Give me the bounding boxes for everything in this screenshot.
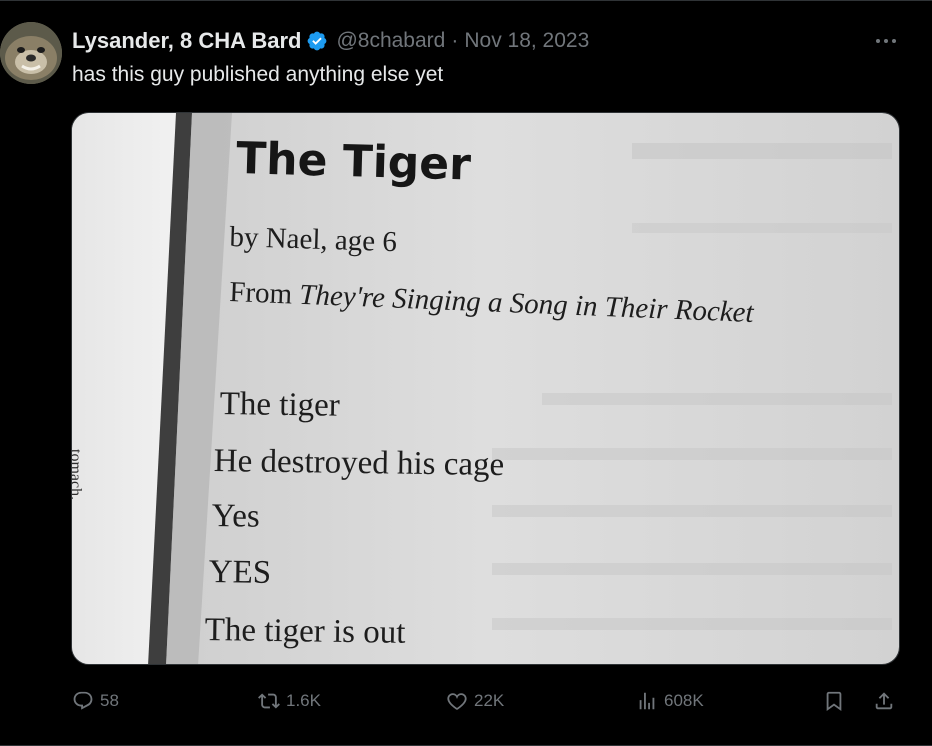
reply-icon	[73, 691, 93, 710]
poem-line: YES	[208, 554, 272, 591]
book-page-illustration	[72, 113, 899, 664]
poem-source-prefix: From	[228, 276, 301, 311]
repost-icon	[258, 693, 280, 709]
more-icon[interactable]	[872, 30, 900, 52]
tweet-text: has this guy published anything else yet	[72, 63, 444, 86]
like-count: 22K	[474, 691, 505, 710]
author-name[interactable]: Lysander, 8 CHA Bard	[72, 28, 301, 54]
repost-button[interactable]: 1.6K	[258, 684, 321, 718]
repost-count: 1.6K	[286, 691, 321, 710]
reply-count: 58	[100, 691, 119, 710]
like-button[interactable]: 22K	[446, 684, 504, 718]
like-icon	[447, 693, 467, 711]
margin-text: tomach.	[71, 449, 84, 501]
avatar[interactable]	[0, 22, 62, 84]
tweet-date[interactable]: Nov 18, 2023	[464, 29, 589, 53]
views-button[interactable]: 608K	[636, 684, 704, 718]
author-handle[interactable]: @8chabard	[336, 29, 445, 53]
view-count: 608K	[664, 691, 704, 710]
bookmark-button[interactable]	[823, 684, 851, 718]
poem-line: The tiger is out	[204, 612, 406, 651]
bookmark-icon	[826, 691, 842, 712]
poem-byline: by Nael, age 6	[228, 221, 398, 259]
poem-title: The Tiger	[235, 133, 472, 191]
reply-button[interactable]: 58	[72, 684, 119, 718]
views-icon	[639, 692, 655, 710]
tweet-header: Lysander, 8 CHA Bard @8chabard · Nov 18,…	[72, 27, 589, 55]
share-button[interactable]	[873, 684, 901, 718]
poem-line: He destroyed his cage	[213, 443, 505, 484]
poem-line: Yes	[211, 498, 261, 535]
separator-dot: ·	[451, 29, 459, 52]
divider-top	[0, 0, 932, 1]
verified-badge-icon[interactable]	[306, 30, 328, 52]
poem-line: The tiger	[219, 386, 341, 424]
tweet-photo[interactable]: The Tiger by Nael, age 6 From They're Si…	[71, 112, 900, 665]
action-bar: 58 1.6K 22K 608K	[0, 684, 932, 718]
share-icon	[875, 692, 893, 710]
